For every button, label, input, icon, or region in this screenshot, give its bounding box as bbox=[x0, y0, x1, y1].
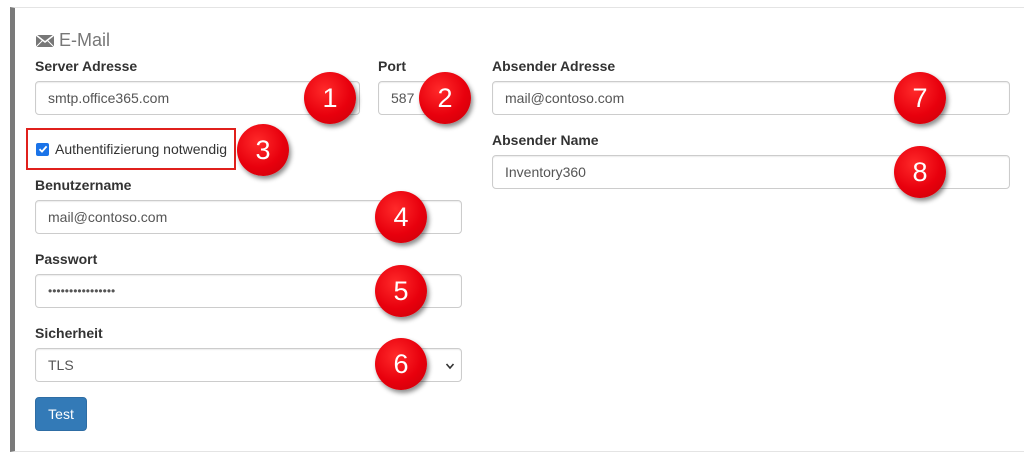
section-header: E-Mail bbox=[35, 30, 110, 51]
callout-badge-2: 2 bbox=[419, 72, 471, 124]
password-label: Passwort bbox=[35, 251, 98, 267]
password-value: •••••••••••••••• bbox=[48, 284, 116, 298]
chevron-down-icon bbox=[445, 363, 455, 370]
callout-badge-1: 1 bbox=[304, 72, 356, 124]
callout-badge-8: 8 bbox=[894, 146, 946, 198]
server-address-label: Server Adresse bbox=[35, 58, 138, 74]
username-label: Benutzername bbox=[35, 177, 132, 193]
envelope-icon bbox=[35, 33, 55, 47]
sender-address-label: Absender Adresse bbox=[492, 58, 616, 74]
callout-badge-6: 6 bbox=[375, 338, 427, 390]
callout-badge-3: 3 bbox=[237, 124, 289, 176]
port-label: Port bbox=[378, 58, 406, 74]
callout-badge-7: 7 bbox=[894, 72, 946, 124]
auth-checkbox-row[interactable]: Authentifizierung notwendig bbox=[26, 128, 236, 170]
username-value: mail@contoso.com bbox=[48, 209, 168, 225]
auth-checkbox[interactable] bbox=[36, 142, 49, 156]
test-button[interactable]: Test bbox=[35, 397, 87, 431]
auth-checkbox-label: Authentifizierung notwendig bbox=[55, 141, 228, 157]
sender-name-value: Inventory360 bbox=[505, 164, 586, 180]
callout-badge-4: 4 bbox=[375, 191, 427, 243]
security-value: TLS bbox=[48, 357, 74, 373]
section-title: E-Mail bbox=[59, 30, 111, 50]
checkmark-icon bbox=[38, 145, 47, 153]
sender-name-label: Absender Name bbox=[492, 132, 599, 148]
port-value: 587 bbox=[391, 90, 415, 106]
callout-badge-5: 5 bbox=[375, 265, 427, 317]
sender-address-value: mail@contoso.com bbox=[505, 90, 625, 106]
security-label: Sicherheit bbox=[35, 325, 103, 341]
server-address-value: smtp.office365.com bbox=[48, 90, 170, 106]
